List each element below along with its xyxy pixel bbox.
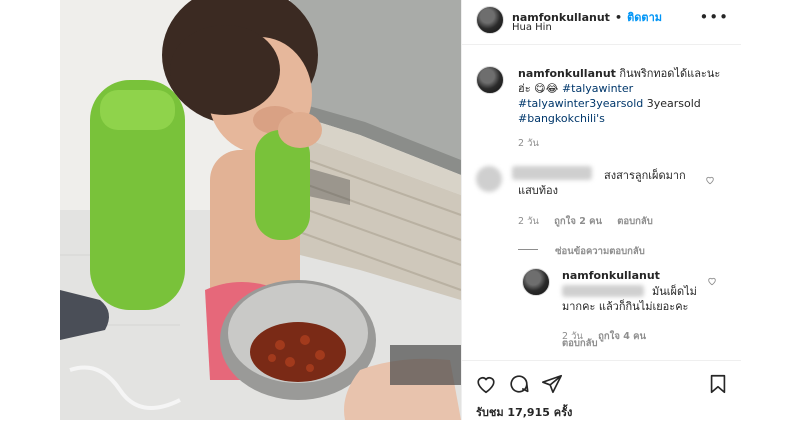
comment-time[interactable]: 2 วัน bbox=[518, 216, 539, 227]
reply-heart-icon[interactable] bbox=[707, 276, 717, 286]
divider bbox=[518, 249, 538, 250]
more-icon[interactable]: ••• bbox=[699, 8, 729, 26]
blurred-avatar[interactable] bbox=[476, 166, 502, 192]
reply-text: มันเผ็ดไม่ bbox=[652, 285, 697, 298]
avatar[interactable] bbox=[476, 6, 504, 34]
comment-heart-icon[interactable] bbox=[705, 175, 715, 185]
blurred-username[interactable] bbox=[512, 166, 592, 180]
comment-text-cont: แสบท้อง bbox=[518, 184, 559, 197]
save-icon[interactable] bbox=[707, 373, 729, 395]
heart-icon[interactable] bbox=[475, 373, 497, 395]
caption-time[interactable]: 2 วัน bbox=[518, 136, 539, 151]
reply-username[interactable]: namfonkullanut bbox=[562, 269, 660, 282]
reply-likes[interactable]: ถูกใจ 4 คน bbox=[598, 331, 646, 342]
caption-username[interactable]: namfonkullanut bbox=[518, 67, 616, 80]
hashtag[interactable]: #talyawinter3yearsold bbox=[518, 97, 643, 110]
post-media[interactable] bbox=[60, 0, 461, 420]
reply-button[interactable]: ตอบกลับ bbox=[617, 216, 653, 227]
blurred-mention[interactable] bbox=[562, 285, 644, 297]
comment-likes[interactable]: ถูกใจ 2 คน bbox=[554, 216, 602, 227]
caption: namfonkullanut กินพริกทอดได้และนะฮ่ะ 😋😂 … bbox=[518, 66, 723, 126]
caption-avatar[interactable] bbox=[476, 66, 504, 94]
comment-meta: 2 วัน ถูกใจ 2 คน ตอบกลับ bbox=[518, 209, 653, 229]
post-panel: namfonkullanut • ติดตาม Hua Hin ••• namf… bbox=[461, 0, 741, 420]
reply-avatar[interactable] bbox=[522, 268, 550, 296]
view-count[interactable]: รับชม 17,915 ครั้ง bbox=[476, 403, 572, 421]
hide-replies-toggle[interactable]: ซ่อนข้อความตอบกลับ bbox=[518, 239, 645, 259]
reply-text-cont: มากคะ แล้วก็กินไม่เยอะคะ bbox=[562, 300, 689, 313]
comment-icon[interactable] bbox=[508, 373, 530, 395]
hashtag[interactable]: #talyawinter bbox=[562, 82, 633, 95]
hashtag[interactable]: #bangkokchili's bbox=[518, 112, 605, 125]
comment-text: สงสารลูกเผ็ดมาก bbox=[604, 169, 686, 182]
share-icon[interactable] bbox=[541, 373, 563, 395]
follow-button[interactable]: ติดตาม bbox=[627, 11, 662, 24]
caption-tag-text: 3yearsold bbox=[646, 97, 701, 110]
post-location[interactable]: Hua Hin bbox=[512, 22, 552, 33]
hide-replies-label[interactable]: ซ่อนข้อความตอบกลับ bbox=[555, 246, 645, 257]
post-photo bbox=[60, 0, 461, 420]
reply-reply-button[interactable]: ตอบกลับ bbox=[562, 336, 598, 351]
header-separator: • bbox=[615, 11, 623, 24]
post-header: namfonkullanut • ติดตาม Hua Hin ••• bbox=[462, 0, 741, 45]
action-bar: รับชม 17,915 ครั้ง bbox=[462, 360, 741, 421]
